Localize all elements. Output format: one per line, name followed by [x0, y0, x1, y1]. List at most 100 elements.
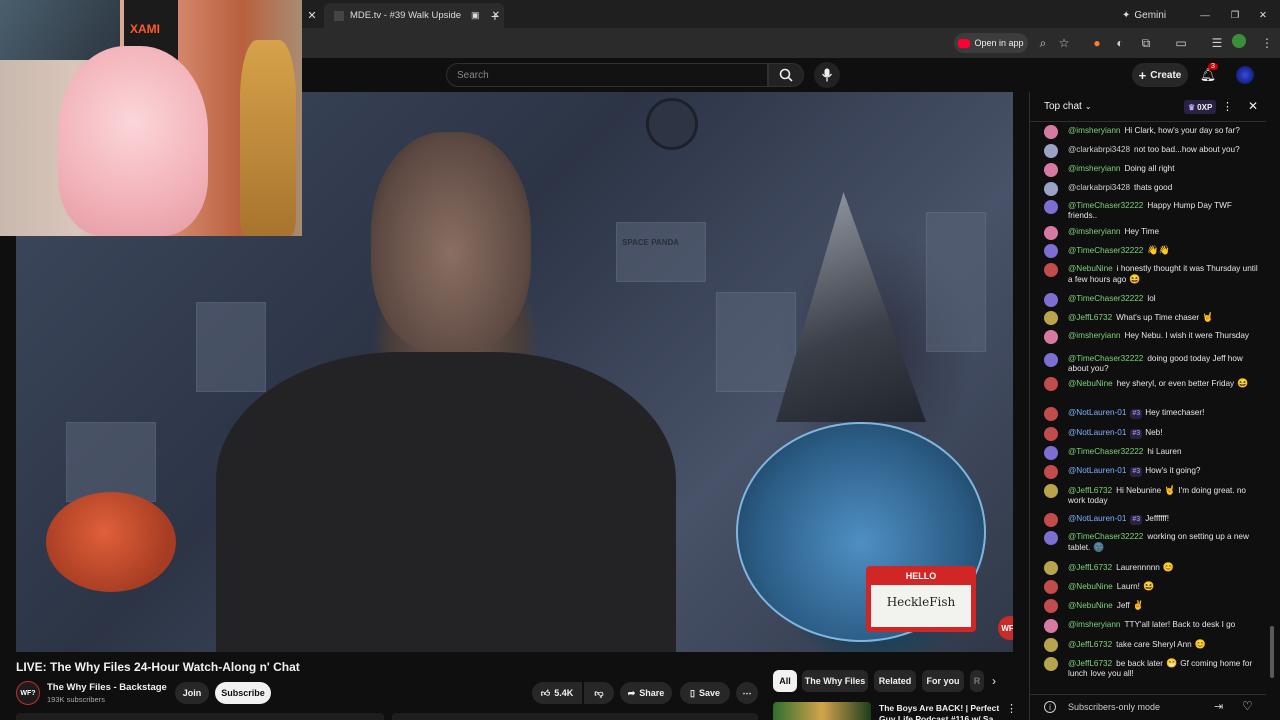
chat-avatar[interactable]	[1044, 580, 1058, 594]
zoom-icon[interactable]: ⌕	[1034, 34, 1052, 52]
chat-avatar[interactable]	[1044, 427, 1058, 441]
share-button[interactable]: ➦ Share	[620, 682, 672, 704]
create-button[interactable]: + Create	[1132, 63, 1188, 87]
chat-avatar[interactable]	[1044, 182, 1058, 196]
chat-scrollbar-thumb[interactable]	[1270, 626, 1274, 678]
chat-author[interactable]: @TimeChaser32222	[1068, 201, 1143, 210]
send-icon[interactable]: ⇥	[1214, 700, 1223, 713]
chat-avatar[interactable]	[1044, 125, 1058, 139]
chat-author[interactable]: @NebuNine	[1068, 601, 1113, 610]
chip-4[interactable]: R	[970, 670, 984, 692]
chat-avatar[interactable]	[1044, 657, 1058, 671]
more-actions-button[interactable]: ⋯	[736, 682, 758, 704]
extension-shield-icon[interactable]: ◐	[1111, 34, 1129, 52]
extension-fox-icon[interactable]: ●	[1088, 34, 1106, 52]
chat-author[interactable]: @NotLauren-01	[1068, 466, 1126, 475]
bookmark-star-icon[interactable]: ☆	[1055, 34, 1073, 52]
gemini-button[interactable]: ✦ Gemini	[1122, 3, 1176, 28]
chat-more-icon[interactable]: ⋮	[1222, 100, 1233, 113]
chat-author[interactable]: @JeffL6732	[1068, 313, 1112, 322]
info-icon[interactable]: i	[1044, 701, 1056, 713]
chat-author[interactable]: @TimeChaser32222	[1068, 354, 1143, 363]
chat-author[interactable]: @NebuNine	[1068, 379, 1113, 388]
chat-author[interactable]: @JeffL6732	[1068, 486, 1112, 495]
chat-avatar[interactable]	[1044, 531, 1058, 545]
chat-author[interactable]: @NebuNine	[1068, 582, 1113, 591]
save-button[interactable]: ▯ Save	[680, 682, 730, 704]
new-tab-button[interactable]: +	[488, 3, 502, 28]
cast-icon[interactable]: ▭	[1172, 34, 1190, 52]
chat-author[interactable]: @imsheryiann	[1068, 126, 1120, 135]
chat-author[interactable]: @NotLauren-01	[1068, 514, 1126, 523]
search-button[interactable]	[768, 63, 804, 87]
chat-author[interactable]: @TimeChaser32222	[1068, 447, 1143, 456]
chat-author[interactable]: @TimeChaser32222	[1068, 294, 1143, 303]
chat-author[interactable]: @JeffL6732	[1068, 659, 1112, 668]
chat-avatar[interactable]	[1044, 619, 1058, 633]
chat-avatar[interactable]	[1044, 513, 1058, 527]
profile-avatar[interactable]	[1232, 34, 1246, 48]
search-input[interactable]: Search	[446, 63, 768, 87]
chat-author[interactable]: @imsheryiann	[1068, 164, 1120, 173]
browser-menu-icon[interactable]: ⋮	[1258, 34, 1276, 52]
chat-avatar[interactable]	[1044, 407, 1058, 421]
open-in-app-button[interactable]: Open in app	[954, 33, 1028, 53]
close-window-button[interactable]: ✕	[1256, 3, 1270, 28]
xp-badge[interactable]: ♛ 0XP	[1184, 100, 1217, 114]
chip-0[interactable]: All	[773, 670, 797, 692]
dislike-button[interactable]: 👎︎	[584, 682, 614, 704]
join-button[interactable]: Join	[175, 682, 209, 704]
browser-tab-active[interactable]: MDE.tv - #39 Walk Upside ▣ ✕	[324, 3, 504, 28]
chat-author[interactable]: @imsheryiann	[1068, 331, 1120, 340]
chat-avatar[interactable]	[1044, 638, 1058, 652]
chat-close-icon[interactable]: ✕	[1248, 99, 1258, 113]
chat-avatar[interactable]	[1044, 144, 1058, 158]
chips-next-arrow[interactable]: ›	[992, 674, 996, 688]
subscribe-button[interactable]: Subscribe	[215, 682, 271, 704]
notifications-button[interactable]: 🔔︎ 3	[1198, 63, 1218, 85]
chat-avatar[interactable]	[1044, 311, 1058, 325]
chat-avatar[interactable]	[1044, 484, 1058, 498]
chat-author[interactable]: @imsheryiann	[1068, 227, 1120, 236]
chat-avatar[interactable]	[1044, 330, 1058, 344]
recommended-title-line-1[interactable]: The Boys Are BACK! | Perfect	[879, 703, 999, 713]
channel-avatar[interactable]: WF?	[16, 681, 40, 705]
chip-1[interactable]: The Why Files	[802, 670, 868, 692]
chat-author[interactable]: @NotLauren-01	[1068, 408, 1126, 417]
chat-avatar[interactable]	[1044, 353, 1058, 367]
chat-avatar[interactable]	[1044, 465, 1058, 479]
channel-name[interactable]: The Why Files - Backstage	[47, 682, 167, 693]
recommended-title-line-2[interactable]: Guy Life Podcast #116 w/ Sa...	[879, 714, 1000, 720]
like-button[interactable]: 👍︎ 5.4K	[532, 682, 582, 704]
chip-2[interactable]: Related	[874, 670, 916, 692]
chat-author[interactable]: @imsheryiann	[1068, 620, 1120, 629]
tab-close-previous[interactable]: ✕	[304, 3, 320, 28]
minimize-button[interactable]: —	[1198, 3, 1212, 28]
recommended-thumbnail[interactable]	[773, 702, 871, 720]
chat-author[interactable]: @NotLauren-01	[1068, 428, 1126, 437]
chat-avatar[interactable]	[1044, 293, 1058, 307]
maximize-button[interactable]: ❐	[1228, 3, 1242, 28]
account-avatar[interactable]	[1236, 66, 1254, 84]
chat-avatar[interactable]	[1044, 599, 1058, 613]
chat-avatar[interactable]	[1044, 163, 1058, 177]
chat-avatar[interactable]	[1044, 200, 1058, 214]
chat-avatar[interactable]	[1044, 263, 1058, 277]
recommended-more-icon[interactable]: ⋮	[1006, 702, 1017, 715]
top-chat-dropdown[interactable]: Top chat ⌄	[1044, 101, 1092, 112]
chat-author[interactable]: @JeffL6732	[1068, 563, 1112, 572]
chat-author[interactable]: @TimeChaser32222	[1068, 246, 1143, 255]
extensions-puzzle-icon[interactable]: ⧉	[1137, 34, 1155, 52]
heart-icon[interactable]: ♡	[1242, 699, 1253, 713]
chat-avatar[interactable]	[1044, 446, 1058, 460]
reading-list-icon[interactable]: ☰	[1208, 34, 1226, 52]
chat-avatar[interactable]	[1044, 561, 1058, 575]
chat-avatar[interactable]	[1044, 377, 1058, 391]
chat-author[interactable]: @TimeChaser32222	[1068, 532, 1143, 541]
chat-author[interactable]: @NebuNine	[1068, 264, 1113, 273]
voice-search-button[interactable]	[814, 62, 840, 88]
chat-avatar[interactable]	[1044, 226, 1058, 240]
chat-avatar[interactable]	[1044, 244, 1058, 258]
chip-3[interactable]: For you	[922, 670, 964, 692]
chat-author[interactable]: @JeffL6732	[1068, 640, 1112, 649]
